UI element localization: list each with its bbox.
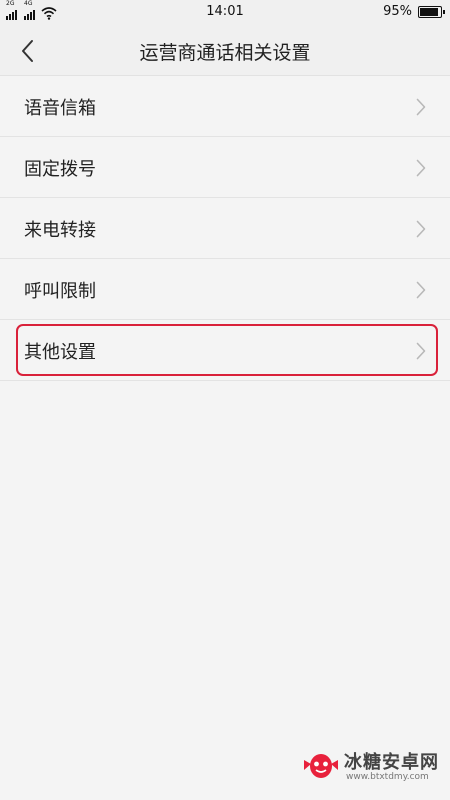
candy-logo-icon	[304, 754, 338, 778]
settings-item-fixed-dialing[interactable]: 固定拨号	[0, 137, 450, 198]
watermark-name: 冰糖安卓网	[344, 752, 439, 773]
settings-item-other-settings[interactable]: 其他设置	[0, 320, 450, 381]
page-title: 运营商通话相关设置	[139, 42, 311, 64]
phone-screen: 2G 4G 14:01 95% 运营商通话相关设置 语音信箱 固定拨号 来电转接…	[0, 0, 450, 800]
chevron-right-icon	[416, 159, 426, 177]
battery-icon	[418, 5, 445, 18]
settings-item-call-forwarding[interactable]: 来电转接	[0, 198, 450, 259]
battery-fill	[420, 7, 438, 16]
settings-list: 语音信箱 固定拨号 来电转接 呼叫限制 其他设置	[0, 76, 450, 381]
settings-item-call-barring[interactable]: 呼叫限制	[0, 259, 450, 320]
settings-item-label: 语音信箱	[24, 98, 96, 119]
site-watermark: 冰糖安卓网 www.btxtdmy.com	[302, 744, 442, 790]
chevron-right-icon	[416, 98, 426, 116]
chevron-right-icon	[416, 342, 426, 360]
settings-item-label: 其他设置	[24, 342, 96, 363]
chevron-right-icon	[416, 220, 426, 238]
battery-status: 95%	[383, 4, 445, 19]
app-header: 运营商通话相关设置	[0, 24, 450, 76]
battery-percent: 95%	[383, 4, 412, 19]
settings-item-label: 固定拨号	[24, 159, 96, 180]
status-bar: 2G 4G 14:01 95%	[0, 0, 450, 24]
settings-item-label: 呼叫限制	[24, 281, 96, 302]
settings-item-label: 来电转接	[24, 220, 96, 241]
settings-item-voicemail[interactable]: 语音信箱	[0, 76, 450, 137]
chevron-right-icon	[416, 281, 426, 299]
watermark-url: www.btxtdmy.com	[346, 772, 429, 782]
